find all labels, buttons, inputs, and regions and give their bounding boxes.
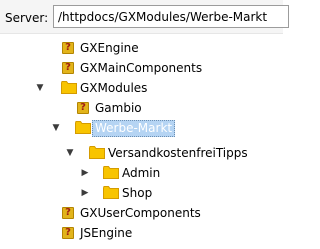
server-path-bar: Server: xyxy=(0,0,289,34)
remote-site-panel: Server: ? GXEngine ? GXMainComponents ▼ … xyxy=(0,0,289,249)
tree-item-label[interactable]: GXEngine xyxy=(80,41,139,56)
tree-item-label[interactable]: GXMainComponents xyxy=(80,61,202,76)
expand-toggle-icon[interactable]: ▼ xyxy=(50,121,62,135)
folder-icon xyxy=(103,186,119,199)
tree-item-label[interactable]: GXUserComponents xyxy=(80,206,201,221)
unknown-file-icon: ? xyxy=(62,227,74,239)
tree-item-label[interactable]: VersandkostenfreiTipps xyxy=(108,146,248,161)
tree-item-label[interactable]: JSEngine xyxy=(80,226,132,241)
tree-item-werbe-markt[interactable]: ▼ Werbe-Markt xyxy=(0,118,283,138)
server-label: Server: xyxy=(5,11,49,25)
tree-item-jsengine[interactable]: ? JSEngine xyxy=(0,223,283,243)
tree-item-versandkostenfreitipps[interactable]: ▼ VersandkostenfreiTipps xyxy=(0,143,283,163)
folder-icon xyxy=(75,121,91,134)
tree-item-gxmaincomponents[interactable]: ? GXMainComponents xyxy=(0,58,283,78)
tree-item-shop[interactable]: ▶ Shop xyxy=(0,183,283,203)
collapse-toggle-icon[interactable]: ▶ xyxy=(79,166,91,180)
folder-icon xyxy=(103,166,119,179)
tree-item-label[interactable]: Admin xyxy=(122,166,160,181)
unknown-file-icon: ? xyxy=(62,62,74,74)
tree-item-gxusercomponents[interactable]: ? GXUserComponents xyxy=(0,203,283,223)
tree-item-gambio[interactable]: ? Gambio xyxy=(0,98,283,118)
tree-item-label[interactable]: Gambio xyxy=(95,101,142,116)
expand-toggle-icon[interactable]: ▼ xyxy=(64,146,76,160)
collapse-toggle-icon[interactable]: ▶ xyxy=(79,186,91,200)
unknown-file-icon: ? xyxy=(62,42,74,54)
folder-icon xyxy=(61,81,77,94)
remote-directory-tree[interactable]: ? GXEngine ? GXMainComponents ▼ GXModule… xyxy=(0,34,283,249)
tree-item-gxengine[interactable]: ? GXEngine xyxy=(0,38,283,58)
expand-toggle-icon[interactable]: ▼ xyxy=(34,81,46,95)
folder-icon xyxy=(89,146,105,159)
unknown-file-icon: ? xyxy=(62,207,74,219)
tree-item-gxmodules[interactable]: ▼ GXModules xyxy=(0,78,283,98)
server-path-input[interactable] xyxy=(53,5,289,28)
tree-item-label[interactable]: Shop xyxy=(122,186,152,201)
tree-item-label-selected[interactable]: Werbe-Markt xyxy=(92,120,176,137)
tree-item-admin[interactable]: ▶ Admin xyxy=(0,163,283,183)
tree-item-label[interactable]: GXModules xyxy=(80,81,147,96)
unknown-file-icon: ? xyxy=(77,102,89,114)
